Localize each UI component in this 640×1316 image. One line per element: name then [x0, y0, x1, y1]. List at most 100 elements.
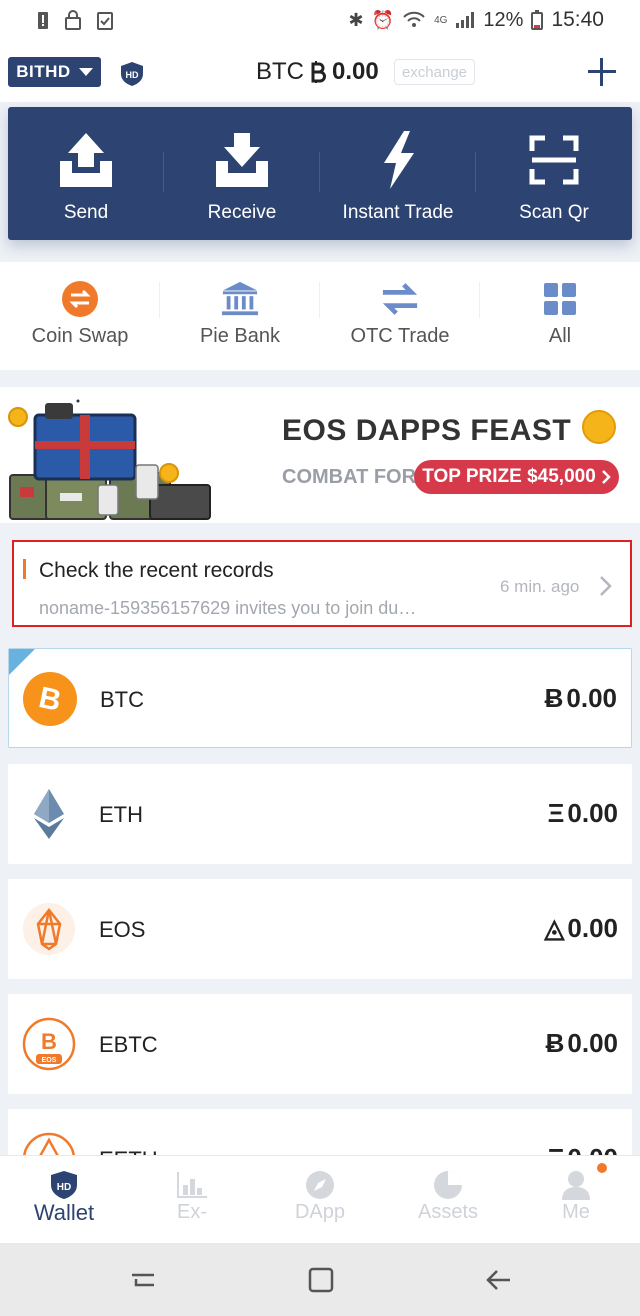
- bitcoin-symbol-icon: [311, 61, 326, 83]
- tab-dapp-label: DApp: [294, 1201, 346, 1223]
- all-services-button[interactable]: All: [480, 262, 640, 370]
- coin-unit: Ƀ: [544, 683, 564, 713]
- coin-row-btc[interactable]: B BTC Ƀ 0.00: [8, 648, 632, 748]
- pie-bank-label: Pie Bank: [199, 325, 281, 347]
- receive-tray-icon: [210, 129, 274, 191]
- swap-circle-icon: [61, 280, 99, 318]
- quick-actions-panel: Send Receive Instant Trade Scan Qr: [8, 107, 632, 240]
- compass-icon: [304, 1170, 336, 1200]
- balance-value: 0.00: [332, 58, 379, 85]
- eos-coin-icon: [582, 410, 616, 444]
- instant-trade-button[interactable]: Instant Trade: [320, 107, 476, 240]
- hd-badge-text: HD: [57, 1182, 71, 1193]
- bottom-navigation: HD Wallet Ex- DApp Assets Me: [0, 1155, 640, 1243]
- pie-bank-button[interactable]: Pie Bank: [160, 262, 320, 370]
- ethereum-logo-icon: [34, 789, 64, 839]
- receive-label: Receive: [207, 202, 277, 223]
- tab-me[interactable]: Me: [512, 1156, 640, 1243]
- coin-symbol: EBTC: [99, 1032, 158, 1057]
- home-icon[interactable]: [306, 1265, 336, 1295]
- receive-button[interactable]: Receive: [164, 107, 320, 240]
- tab-assets[interactable]: Assets: [384, 1156, 512, 1243]
- coin-unit: Ξ: [547, 798, 565, 828]
- otc-trade-button[interactable]: OTC Trade: [320, 262, 480, 370]
- network-label: 4G: [434, 14, 448, 26]
- notification-dot: [597, 1163, 607, 1173]
- alert-icon: [38, 12, 48, 29]
- tab-dapp[interactable]: DApp: [256, 1156, 384, 1243]
- hd-shield-icon: HD: [48, 1170, 80, 1200]
- wifi-icon: [403, 11, 425, 27]
- coin-row-eos[interactable]: EOS ◬ 0.00: [8, 879, 632, 979]
- prize-button[interactable]: TOP PRIZE $45,000: [414, 460, 619, 494]
- caret-down-icon: [78, 68, 93, 76]
- coin-symbol: EOS: [99, 917, 146, 942]
- accent-bar: [23, 559, 26, 579]
- coin-swap-button[interactable]: Coin Swap: [0, 262, 160, 370]
- clipboard-check-icon: [97, 12, 113, 30]
- grid-icon: [541, 280, 579, 318]
- tab-wallet[interactable]: HD Wallet: [0, 1156, 128, 1243]
- send-label: Send: [63, 202, 109, 223]
- coin-value: 0.00: [567, 798, 618, 828]
- bar-chart-icon: [176, 1170, 208, 1200]
- transfer-arrows-icon: [381, 280, 419, 318]
- recent-records-notice[interactable]: Check the recent records noname-15935615…: [12, 540, 632, 627]
- all-label: All: [548, 325, 572, 347]
- app-header: BITHD HD BTC 0.00 exchange: [0, 40, 640, 102]
- hd-badge-text: HD: [126, 70, 139, 80]
- bank-icon: [221, 280, 259, 318]
- send-tray-icon: [54, 129, 118, 191]
- tab-wallet-label: Wallet: [33, 1200, 95, 1225]
- bluetooth-icon: ✱: [348, 9, 364, 30]
- add-icon[interactable]: [586, 56, 618, 88]
- system-navigation-bar: [0, 1243, 640, 1316]
- total-balance: BTC 0.00: [256, 58, 379, 86]
- eos-logo-icon: [23, 903, 75, 955]
- coin-value: 0.00: [567, 913, 618, 943]
- tab-exchange[interactable]: Ex-: [128, 1156, 256, 1243]
- ebtc-badge-text: EOS: [42, 1057, 57, 1064]
- otc-trade-label: OTC Trade: [350, 325, 450, 347]
- tab-me-label: Me: [562, 1201, 590, 1223]
- coin-value: 0.00: [566, 683, 617, 713]
- hd-shield-icon: HD: [121, 62, 143, 86]
- prize-label: TOP PRIZE $45,000: [422, 466, 596, 487]
- scan-qr-label: Scan Qr: [519, 202, 589, 223]
- pie-chart-icon: [432, 1170, 464, 1200]
- status-bar: ✱ ⏰ 4G 12% 15:40: [0, 0, 640, 40]
- battery-percent: 12%: [483, 8, 524, 31]
- ebtc-logo-icon: B EOS: [22, 1017, 76, 1071]
- lightning-icon: [366, 129, 430, 191]
- records-time: 6 min. ago: [500, 577, 580, 596]
- coin-unit: ◬: [544, 913, 565, 943]
- chevron-right-icon: [600, 576, 612, 596]
- exchange-button[interactable]: exchange: [394, 59, 475, 85]
- recent-apps-icon[interactable]: [128, 1265, 158, 1295]
- promo-banner[interactable]: EOS DAPPS FEAST COMBAT FOR TOP PRIZE $45…: [0, 387, 640, 523]
- coin-row-ebtc[interactable]: B EOS EBTC Ƀ 0.00: [8, 994, 632, 1094]
- banner-title: EOS DAPPS FEAST: [282, 414, 572, 447]
- loot-crate-illustration: [8, 399, 211, 520]
- battery-icon: [531, 10, 544, 30]
- tab-exchange-label: Ex-: [177, 1201, 207, 1223]
- wallet-selector[interactable]: BITHD: [8, 57, 101, 87]
- alarm-icon: ⏰: [371, 9, 395, 30]
- coin-row-eth[interactable]: ETH Ξ 0.00: [8, 764, 632, 864]
- coin-balance: Ξ0.00: [548, 798, 618, 829]
- user-icon: [560, 1170, 592, 1200]
- svg-text:B: B: [41, 1029, 57, 1054]
- back-icon[interactable]: [484, 1265, 514, 1295]
- tab-assets-label: Assets: [417, 1201, 479, 1223]
- coin-balance: Ƀ 0.00: [546, 1028, 618, 1059]
- lock-icon: [65, 10, 81, 30]
- scan-frame-icon: [522, 129, 586, 191]
- coin-value: 0.00: [567, 1028, 618, 1058]
- balance-currency: BTC: [256, 58, 304, 85]
- coin-swap-label: Coin Swap: [31, 325, 129, 347]
- scan-qr-button[interactable]: Scan Qr: [476, 107, 632, 240]
- send-button[interactable]: Send: [8, 107, 164, 240]
- records-message: noname-159356157629 invites you to join …: [39, 598, 417, 618]
- wallet-selector-label: BITHD: [16, 62, 71, 81]
- clock: 15:40: [551, 8, 604, 31]
